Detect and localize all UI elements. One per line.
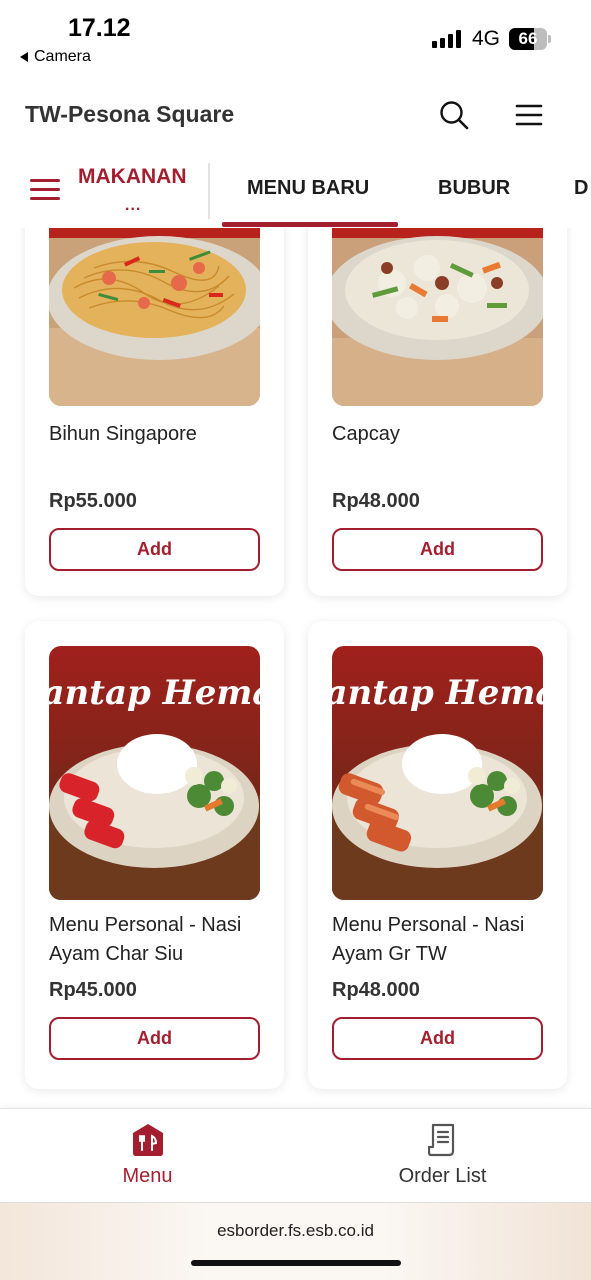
active-tab-indicator [222, 222, 398, 227]
network-type: 4G [472, 27, 501, 50]
restaurant-icon [133, 1124, 163, 1156]
product-name: Bihun Singapore [49, 423, 197, 445]
product-price: Rp45.000 [49, 979, 137, 1001]
back-arrow-icon [20, 52, 28, 62]
product-card[interactable]: Bihun Singapore Rp55.000 Add [25, 228, 284, 596]
product-card[interactable]: Santap Hemat Menu Personal - Nasi Ayam C… [25, 621, 284, 1089]
category-list-icon[interactable] [30, 179, 60, 203]
product-price: Rp55.000 [49, 490, 137, 512]
category-divider [208, 163, 210, 219]
product-grid: Bihun Singapore Rp55.000 Add Capcay Rp48… [0, 228, 591, 1108]
add-button[interactable]: Add [332, 1017, 543, 1060]
back-app-label: Camera [34, 48, 91, 65]
home-indicator[interactable] [191, 1260, 401, 1266]
app-header: TW-Pesona Square [0, 75, 591, 155]
banner-text: Santap Hemat [332, 673, 543, 713]
product-price: Rp48.000 [332, 490, 420, 512]
battery-icon: 66 [509, 28, 547, 50]
tab-menu-baru[interactable]: MENU BARU [247, 177, 369, 200]
nav-order-list-label: Order List [398, 1165, 487, 1187]
current-category[interactable]: MAKANAN [78, 165, 187, 189]
add-button[interactable]: Add [332, 528, 543, 571]
nav-order-list[interactable]: Order List [295, 1109, 590, 1203]
status-bar: 17.12 Camera 4G 66 [0, 0, 591, 75]
battery-tip [548, 35, 551, 43]
back-to-camera-link[interactable]: Camera [20, 48, 91, 66]
clock: 17.12 [68, 14, 131, 42]
search-icon[interactable] [438, 99, 470, 131]
tab-bubur[interactable]: BUBUR [438, 177, 510, 200]
hamburger-menu-icon[interactable] [514, 99, 544, 131]
tab-next[interactable]: D [574, 177, 588, 200]
browser-url-bar[interactable]: esborder.fs.esb.co.id [0, 1202, 591, 1280]
category-more[interactable]: ... [125, 197, 141, 215]
category-bar: MAKANAN ... MENU BARU BUBUR D [0, 155, 591, 228]
product-card[interactable]: Santap Hemat Menu Personal - Nasi Ayam G… [308, 621, 567, 1089]
url-text[interactable]: esborder.fs.esb.co.id [0, 1221, 591, 1241]
product-image-ayam-gr[interactable]: Santap Hemat [332, 646, 543, 900]
product-name: Menu Personal - Nasi Ayam Char Siu [49, 914, 242, 965]
add-button[interactable]: Add [49, 528, 260, 571]
nav-menu-label: Menu [122, 1165, 173, 1187]
product-name: Capcay [332, 423, 400, 445]
receipt-icon [428, 1123, 455, 1157]
product-image-char-siu[interactable]: Santap Hemat [49, 646, 260, 900]
add-button[interactable]: Add [49, 1017, 260, 1060]
battery-level: 66 [518, 29, 538, 48]
nav-menu[interactable]: Menu [0, 1109, 295, 1203]
bottom-navigation: Menu Order List [0, 1108, 591, 1202]
product-card[interactable]: Capcay Rp48.000 Add [308, 228, 567, 596]
banner-text: Santap Hemat [49, 673, 260, 713]
product-image-capcay[interactable] [332, 228, 543, 406]
cellular-signal-icon [432, 30, 461, 48]
product-name: Menu Personal - Nasi Ayam Gr TW [332, 914, 525, 965]
outlet-title: TW-Pesona Square [25, 101, 235, 127]
product-image-bihun[interactable] [49, 228, 260, 406]
product-price: Rp48.000 [332, 979, 420, 1001]
